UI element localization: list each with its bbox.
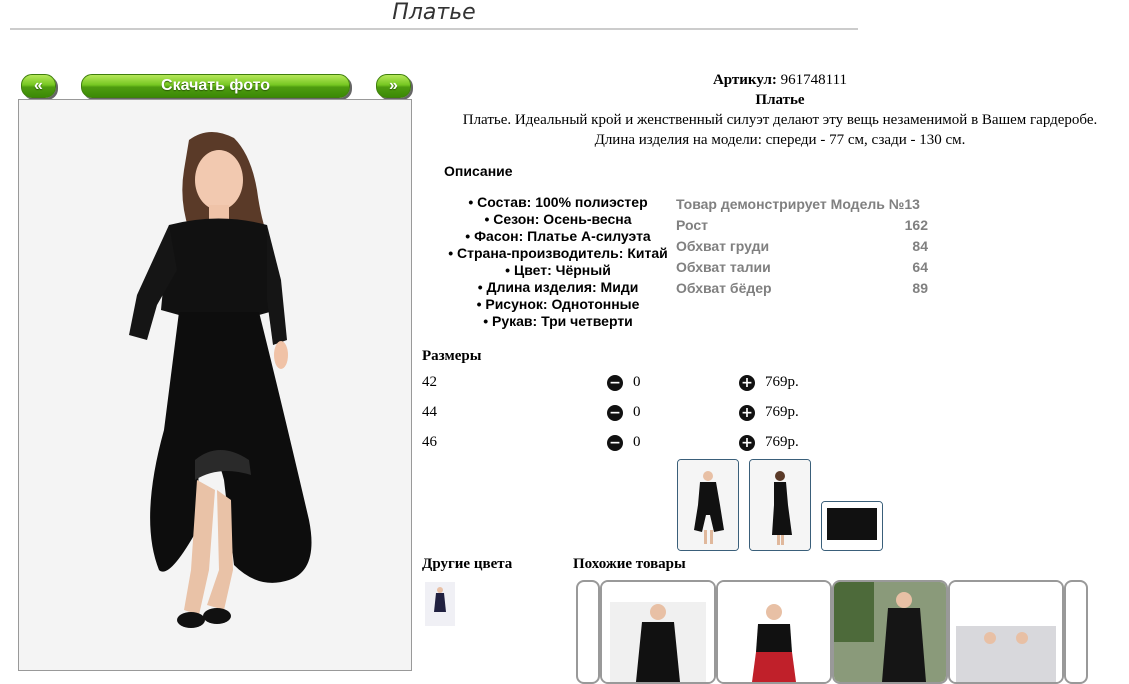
similar-product-image (602, 582, 714, 682)
plus-circle-icon[interactable]: + (739, 405, 755, 421)
similar-products-heading: Похожие товары (573, 556, 686, 572)
model-row: Обхват груди 84 (676, 237, 928, 258)
plus-circle-icon[interactable]: + (739, 375, 755, 391)
minus-circle-icon[interactable]: − (607, 375, 623, 391)
model-row-label: Рост (676, 217, 708, 233)
photo-thumbnail[interactable] (821, 501, 883, 551)
property-item: Сезон: Осень-весна (440, 211, 676, 228)
model-row: Обхват бёдер 89 (676, 279, 928, 300)
photo-thumbnail[interactable] (677, 459, 739, 551)
photo-thumbnail[interactable] (749, 459, 811, 551)
similar-product-image (834, 582, 946, 682)
model-title: Товар демонстрирует Модель №13 (676, 196, 920, 212)
thumbnail-front-image (678, 460, 738, 550)
property-item: Рисунок: Однотонные (440, 296, 676, 313)
property-item: Рукав: Три четверти (440, 313, 676, 330)
main-product-photo[interactable] (18, 99, 412, 671)
article-line: Артикул: 961748111 (440, 70, 1120, 90)
size-price: 769р. (765, 374, 799, 390)
property-item: Цвет: Чёрный (440, 262, 676, 279)
model-row: Рост 162 (676, 216, 928, 237)
plus-circle-icon[interactable]: + (739, 435, 755, 451)
property-item: Состав: 100% полиэстер (440, 194, 676, 211)
property-item: Фасон: Платье А-силуэта (440, 228, 676, 245)
product-name: Платье (755, 92, 805, 108)
similar-product-image (718, 582, 830, 682)
size-price: 769р. (765, 404, 799, 420)
prev-photo-button[interactable]: « (21, 74, 56, 98)
size-label: 44 (422, 404, 437, 420)
similar-product-image (950, 582, 1062, 682)
model-title-row: Товар демонстрирует Модель №13 (676, 195, 928, 216)
model-row: Обхват талии 64 (676, 258, 928, 279)
property-item: Длина изделия: Миди (440, 279, 676, 296)
similar-product-card[interactable] (832, 580, 948, 684)
size-row: 46 − 0 + 769р. (422, 434, 822, 458)
sizes-heading: Размеры (422, 348, 482, 364)
title-divider (10, 28, 858, 30)
model-row-value: 64 (912, 259, 928, 275)
carousel-left-arrow[interactable] (576, 580, 600, 684)
other-color-image (425, 582, 455, 626)
model-row-value: 84 (912, 238, 928, 254)
model-row-value: 89 (912, 280, 928, 296)
model-row-value: 162 (904, 217, 928, 233)
thumbnail-side-image (750, 460, 810, 550)
property-item: Страна-производитель: Китай (440, 245, 676, 262)
properties-list: Состав: 100% полиэстер Сезон: Осень-весн… (440, 194, 676, 330)
model-row-label: Обхват груди (676, 238, 770, 254)
carousel-right-arrow[interactable] (1064, 580, 1088, 684)
minus-circle-icon[interactable]: − (607, 405, 623, 421)
size-label: 42 (422, 374, 437, 390)
download-photo-button[interactable]: Скачать фото (81, 74, 350, 98)
description-text-1: Платье. Идеальный крой и женственный сил… (462, 112, 1098, 128)
product-description: Платье. Идеальный крой и женственный сил… (440, 110, 1120, 150)
model-measurements: Товар демонстрирует Модель №13 Рост 162 О… (676, 195, 928, 300)
size-quantity: 0 (633, 374, 641, 390)
similar-product-card[interactable] (716, 580, 832, 684)
size-row: 42 − 0 + 769р. (422, 374, 822, 398)
size-quantity: 0 (633, 404, 641, 420)
size-price: 769р. (765, 434, 799, 450)
other-colors-heading: Другие цвета (422, 556, 513, 572)
description-text-2: Длина изделия на модели: спереди - 77 см… (594, 132, 966, 148)
size-label: 46 (422, 434, 437, 450)
size-quantity: 0 (633, 434, 641, 450)
article-value: 961748111 (780, 72, 848, 88)
thumbnail-fabric-image (822, 502, 882, 550)
next-photo-button[interactable]: » (376, 74, 411, 98)
description-heading: Описание (444, 163, 513, 179)
page-title: Платье (392, 0, 476, 25)
other-color-thumbnail[interactable] (425, 582, 455, 626)
model-row-label: Обхват бёдер (676, 280, 772, 296)
model-row-label: Обхват талии (676, 259, 771, 275)
similar-product-card[interactable] (948, 580, 1064, 684)
minus-circle-icon[interactable]: − (607, 435, 623, 451)
size-row: 44 − 0 + 769р. (422, 404, 822, 428)
article-label: Артикул: (712, 72, 777, 88)
similar-product-card[interactable] (600, 580, 716, 684)
model-in-black-dress-image (19, 100, 411, 670)
